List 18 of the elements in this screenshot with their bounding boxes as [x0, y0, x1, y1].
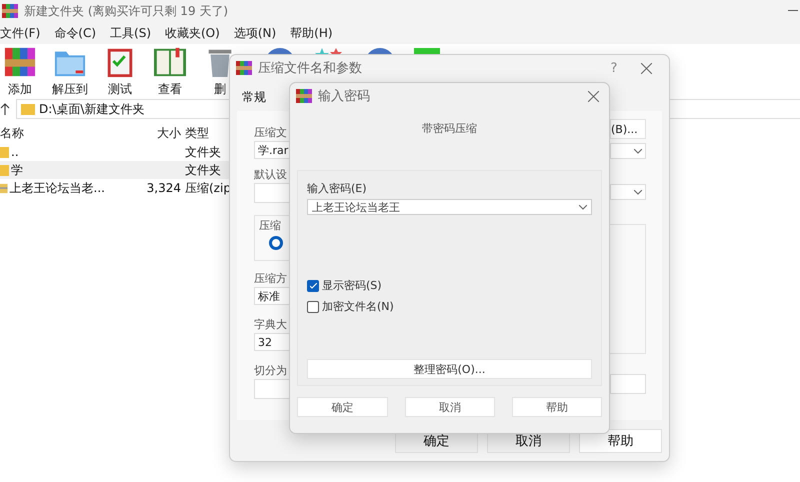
field-label: 默认设: [254, 167, 287, 181]
field-label: 字典大: [254, 317, 287, 331]
field-label: 压缩文: [254, 125, 287, 139]
file-type: 文件夹: [185, 162, 222, 178]
window-title: 新建文件夹 (离购买许可只剩 19 天了): [24, 2, 228, 20]
file-name: 上老王论坛当老...: [0, 180, 105, 196]
file-name: 学: [0, 162, 105, 178]
file-type: 文件夹: [185, 144, 222, 160]
file-size: 3,324: [146, 181, 182, 195]
dialog-title: 压缩文件名和参数: [258, 60, 362, 77]
dialog-title: 输入密码: [318, 88, 370, 105]
field-label: 切分为: [254, 363, 287, 377]
field-label: 输入密码(E): [307, 181, 368, 196]
dialog-heading: 带密码压缩: [422, 121, 477, 136]
group-label: 压缩: [259, 218, 281, 232]
field-label: 压缩方: [254, 271, 287, 285]
address-path: D:\桌面\新建文件夹: [39, 100, 144, 118]
file-name: ..: [0, 145, 105, 159]
